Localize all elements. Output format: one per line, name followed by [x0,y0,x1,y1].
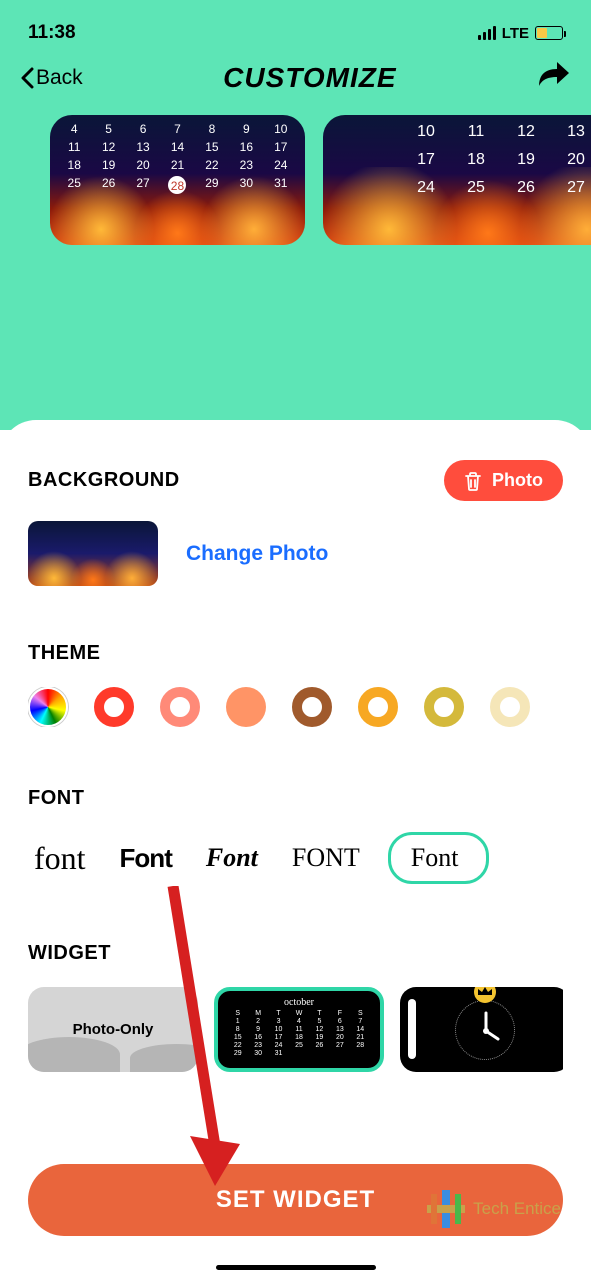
widget-previews: 4567891011121314151617181920212223242526… [0,115,591,245]
customize-sheet: BACKGROUND Photo Change Photo THEME FONT… [0,420,591,1280]
share-button[interactable] [537,60,571,95]
font-option-script[interactable]: font [28,836,92,881]
background-title: BACKGROUND [28,469,180,492]
status-bar: 11:38 LTE [0,0,591,50]
theme-color-6[interactable] [424,687,464,727]
theme-color-3[interactable] [226,687,266,727]
theme-title: THEME [28,642,563,665]
remove-photo-button[interactable]: Photo [444,460,563,501]
back-button[interactable]: Back [20,66,83,90]
clock-icon [455,1000,515,1060]
signal-icon [478,26,496,40]
widget-type-photo[interactable]: Photo-Only [28,987,198,1072]
theme-color-2[interactable] [160,687,200,727]
set-widget-button[interactable]: SET WIDGET [28,1164,563,1236]
theme-color-4[interactable] [292,687,332,727]
widget-preview-large[interactable]: 101112131417181920212425262728 [323,115,591,245]
font-option-bold[interactable]: Font [114,839,178,878]
network-label: LTE [502,25,529,42]
status-indicators: LTE [478,25,563,42]
change-photo-button[interactable]: Change Photo [186,542,328,566]
back-label: Back [36,66,83,90]
widget-types: Photo-Only october SMTWTFS12345678910111… [28,987,563,1072]
font-title: FONT [28,787,563,810]
widget-preview-small[interactable]: 4567891011121314151617181920212223242526… [50,115,305,245]
font-option-impact[interactable]: FONT [286,839,366,877]
font-option-cursive[interactable]: Font [200,839,264,877]
crown-icon [474,987,496,1003]
share-icon [537,60,571,90]
chevron-left-icon [20,67,34,89]
status-time: 11:38 [28,22,76,44]
font-options: font Font Font FONT Font [28,832,563,884]
theme-color-7[interactable] [490,687,530,727]
font-option-gothic[interactable]: Font [388,832,490,884]
mini-cal-month: october [228,997,370,1008]
page-title: CUSTOMIZE [223,62,396,94]
widget-type-photo-label: Photo-Only [73,1021,154,1038]
theme-colors [28,687,563,727]
background-thumbnail[interactable] [28,521,158,586]
nav-bar: Back CUSTOMIZE [0,50,591,115]
theme-color-0[interactable] [28,687,68,727]
theme-color-5[interactable] [358,687,398,727]
widget-type-clock[interactable] [400,987,563,1072]
widget-type-calendar[interactable]: october SMTWTFS1234567891011121314151617… [214,987,384,1072]
theme-color-1[interactable] [94,687,134,727]
remove-photo-label: Photo [492,470,543,491]
widget-title: WIDGET [28,942,563,965]
trash-icon [464,471,482,491]
battery-icon [535,26,563,40]
home-indicator[interactable] [216,1265,376,1270]
